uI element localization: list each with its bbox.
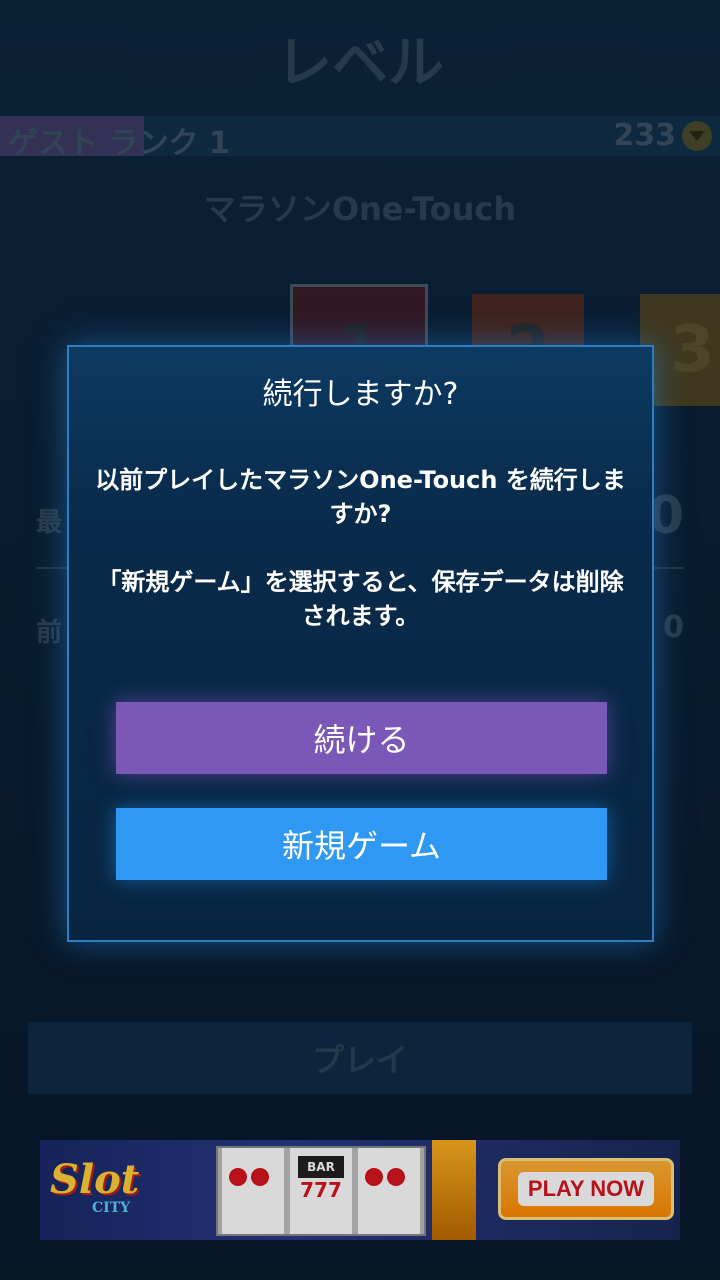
continue-button[interactable]: 続ける	[116, 702, 607, 774]
dialog-title: 続行しますか?	[262, 377, 459, 412]
dialog-message-warning: 「新規ゲーム」を選択すると、保存データは削除されます。	[97, 568, 624, 630]
dialog-message-continue: 以前プレイしたマラソンOne-Touch を続行しますか?	[95, 466, 626, 528]
dialog-message: 以前プレイしたマラソンOne-Touch を続行しますか? 「新規ゲーム」を選択…	[95, 463, 626, 667]
new-game-button[interactable]: 新規ゲーム	[116, 808, 607, 880]
continue-dialog: 続行しますか? 以前プレイしたマラソンOne-Touch を続行しますか? 「新…	[67, 345, 654, 942]
